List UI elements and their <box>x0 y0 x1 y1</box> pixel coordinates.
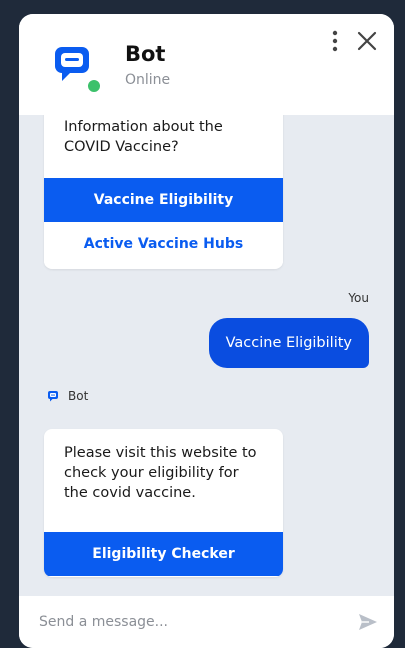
close-icon[interactable] <box>356 30 378 52</box>
send-icon[interactable] <box>357 611 379 633</box>
bot-name: Bot <box>125 42 166 66</box>
chat-widget: Bot Online Information about the COVID V… <box>19 14 394 648</box>
active-vaccine-hubs-button[interactable]: Active Vaccine Hubs <box>44 222 283 266</box>
message-input[interactable] <box>39 611 339 633</box>
eligibility-checker-button[interactable]: Eligibility Checker <box>44 532 283 576</box>
bot-message-card: Please visit this website to check your … <box>44 429 283 577</box>
bot-avatar-icon <box>55 47 89 81</box>
sender-label-you: You <box>348 291 369 305</box>
user-message-bubble: Vaccine Eligibility <box>208 318 369 368</box>
more-vertical-icon[interactable] <box>328 30 342 52</box>
bot-message-card: Information about the COVID Vaccine? Vac… <box>44 115 283 269</box>
bot-status: Online <box>125 72 171 88</box>
message-list[interactable]: Information about the COVID Vaccine? Vac… <box>19 115 394 595</box>
message-composer <box>19 596 394 648</box>
sender-label-bot: Bot <box>68 389 89 403</box>
bot-small-icon <box>48 391 58 402</box>
vaccine-eligibility-button[interactable]: Vaccine Eligibility <box>44 178 283 222</box>
bot-message-text: Information about the COVID Vaccine? <box>64 119 223 155</box>
chat-header: Bot Online <box>19 14 394 115</box>
bot-message-text: Please visit this website to check your … <box>64 445 257 501</box>
online-status-dot <box>86 78 102 94</box>
